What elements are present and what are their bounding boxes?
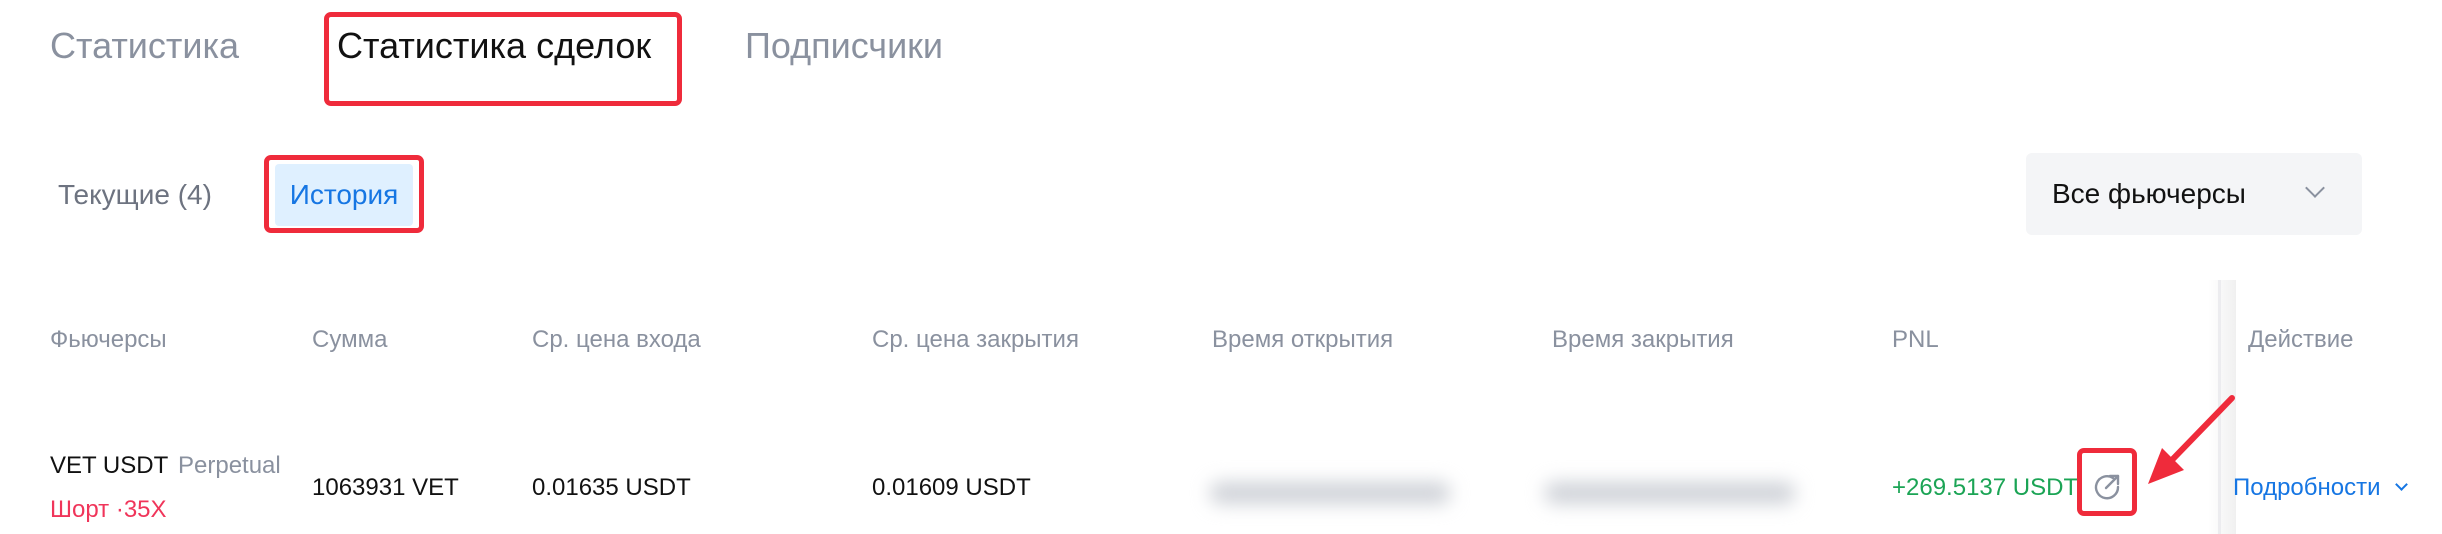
row-symbol: VET USDT [50, 452, 169, 479]
column-header-amount: Сумма [312, 326, 388, 353]
column-header-futures: Фьючерсы [50, 326, 167, 353]
highlight-box-history [264, 155, 424, 233]
row-side-leverage: Шорт ·35X [50, 496, 167, 523]
row-close-price: 0.01609 USDT [872, 474, 1031, 501]
details-label: Подробности [2233, 474, 2381, 501]
subtab-current[interactable]: Текущие (4) [58, 164, 212, 226]
details-link[interactable]: Подробности [2233, 474, 2409, 502]
chevron-down-icon [2395, 478, 2409, 491]
trade-statistics-page: Статистика Статистика сделок Подписчики … [0, 0, 2442, 534]
row-contract-type: Perpetual [178, 452, 281, 479]
row-close-time-redacted [1545, 482, 1795, 504]
futures-filter-dropdown[interactable]: Все фьючерсы [2026, 153, 2362, 235]
row-pnl: +269.5137 USDT [1892, 474, 2079, 501]
tab-statistics[interactable]: Статистика [50, 20, 239, 72]
highlight-box-trade-statistics [324, 12, 682, 106]
column-header-action: Действие [2248, 326, 2354, 353]
tab-subscribers[interactable]: Подписчики [745, 20, 943, 72]
row-entry-price: 0.01635 USDT [532, 474, 691, 501]
row-amount: 1063931 VET [312, 474, 459, 501]
futures-filter-label: Все фьючерсы [2052, 178, 2246, 209]
column-header-entry-price: Ср. цена входа [532, 326, 701, 353]
column-header-open-time: Время открытия [1212, 326, 1394, 353]
column-header-close-time: Время закрытия [1552, 326, 1734, 353]
highlight-box-share [2077, 448, 2137, 516]
chevron-down-icon [2305, 178, 2325, 198]
column-header-close-price: Ср. цена закрытия [872, 326, 1079, 353]
row-open-time-redacted [1210, 482, 1450, 504]
annotation-arrow-icon [2148, 395, 2235, 484]
column-header-pnl: PNL [1892, 326, 1939, 353]
